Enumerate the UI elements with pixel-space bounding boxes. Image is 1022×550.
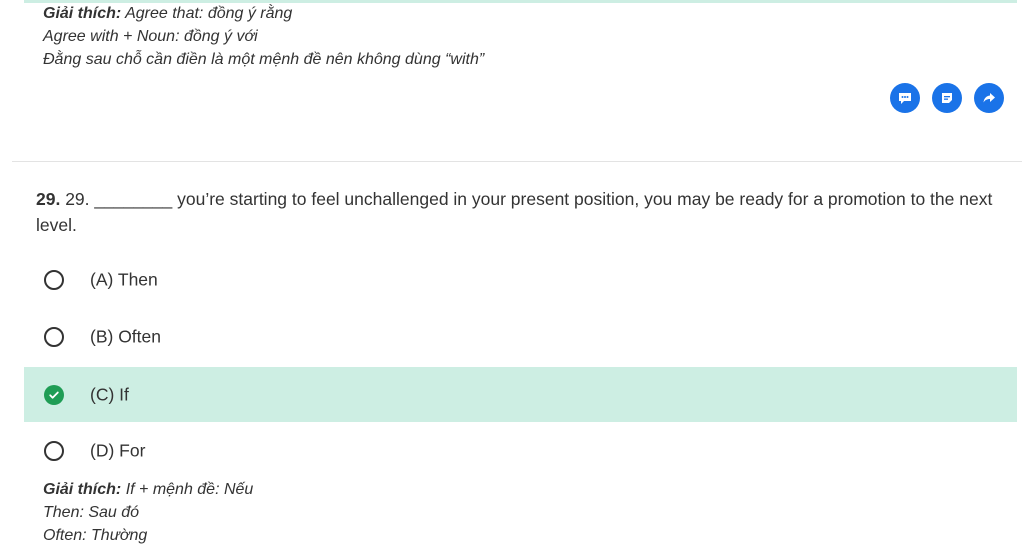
radio-unchecked-icon[interactable] — [44, 326, 64, 347]
explanation-line: Đằng sau chỗ cần điền là một mệnh đề nên… — [43, 51, 485, 68]
explanation-label: Giải thích: — [43, 5, 122, 22]
check-circle-icon[interactable] — [44, 384, 64, 405]
radio-unchecked-icon[interactable] — [44, 269, 64, 290]
previous-explanation: Giải thích: Agree that: đồng ý rằng Agre… — [43, 2, 484, 71]
option-label: (D) For — [90, 440, 146, 460]
explanation-text: Agree that: đồng ý rằng — [125, 5, 293, 22]
explanation-line: Often: Thường — [43, 527, 148, 544]
explanation-label: Giải thích: — [43, 481, 122, 498]
explanation-text: If + mệnh đề: Nếu — [125, 481, 254, 498]
share-icon — [983, 93, 995, 103]
option-label: (B) Often — [90, 326, 161, 346]
explanation-line: Then: Sau đó — [43, 504, 140, 521]
note-button[interactable] — [932, 83, 962, 113]
option-b[interactable]: (B) Often — [24, 309, 1017, 364]
radio-unchecked-icon[interactable] — [44, 440, 64, 461]
note-icon — [942, 93, 952, 103]
answer-explanation: Giải thích: If + mệnh đề: Nếu Then: Sau … — [43, 478, 253, 547]
question-page: Giải thích: Agree that: đồng ý rằng Agre… — [0, 0, 1022, 550]
comment-icon — [899, 93, 911, 104]
explanation-line: Giải thích: Agree that: đồng ý rằng — [43, 2, 484, 25]
option-label: (C) If — [90, 384, 129, 404]
option-a[interactable]: (A) Then — [24, 252, 1017, 307]
question-number: 29. — [36, 189, 61, 209]
share-button[interactable] — [974, 83, 1004, 113]
explanation-line: Agree with + Noun: đồng ý với — [43, 28, 258, 45]
question-body: 29. ________ you’re starting to feel unc… — [36, 189, 993, 235]
question-text: 29. 29. ________ you’re starting to feel… — [36, 186, 1011, 238]
checkmark-icon — [49, 391, 59, 399]
option-label: (A) Then — [90, 269, 158, 289]
comment-button[interactable] — [890, 83, 920, 113]
explanation-line: Giải thích: If + mệnh đề: Nếu — [43, 478, 253, 501]
option-d[interactable]: (D) For — [24, 423, 1017, 478]
action-buttons — [890, 83, 1004, 113]
question-divider — [12, 161, 1022, 162]
option-c[interactable]: (C) If — [24, 367, 1017, 422]
